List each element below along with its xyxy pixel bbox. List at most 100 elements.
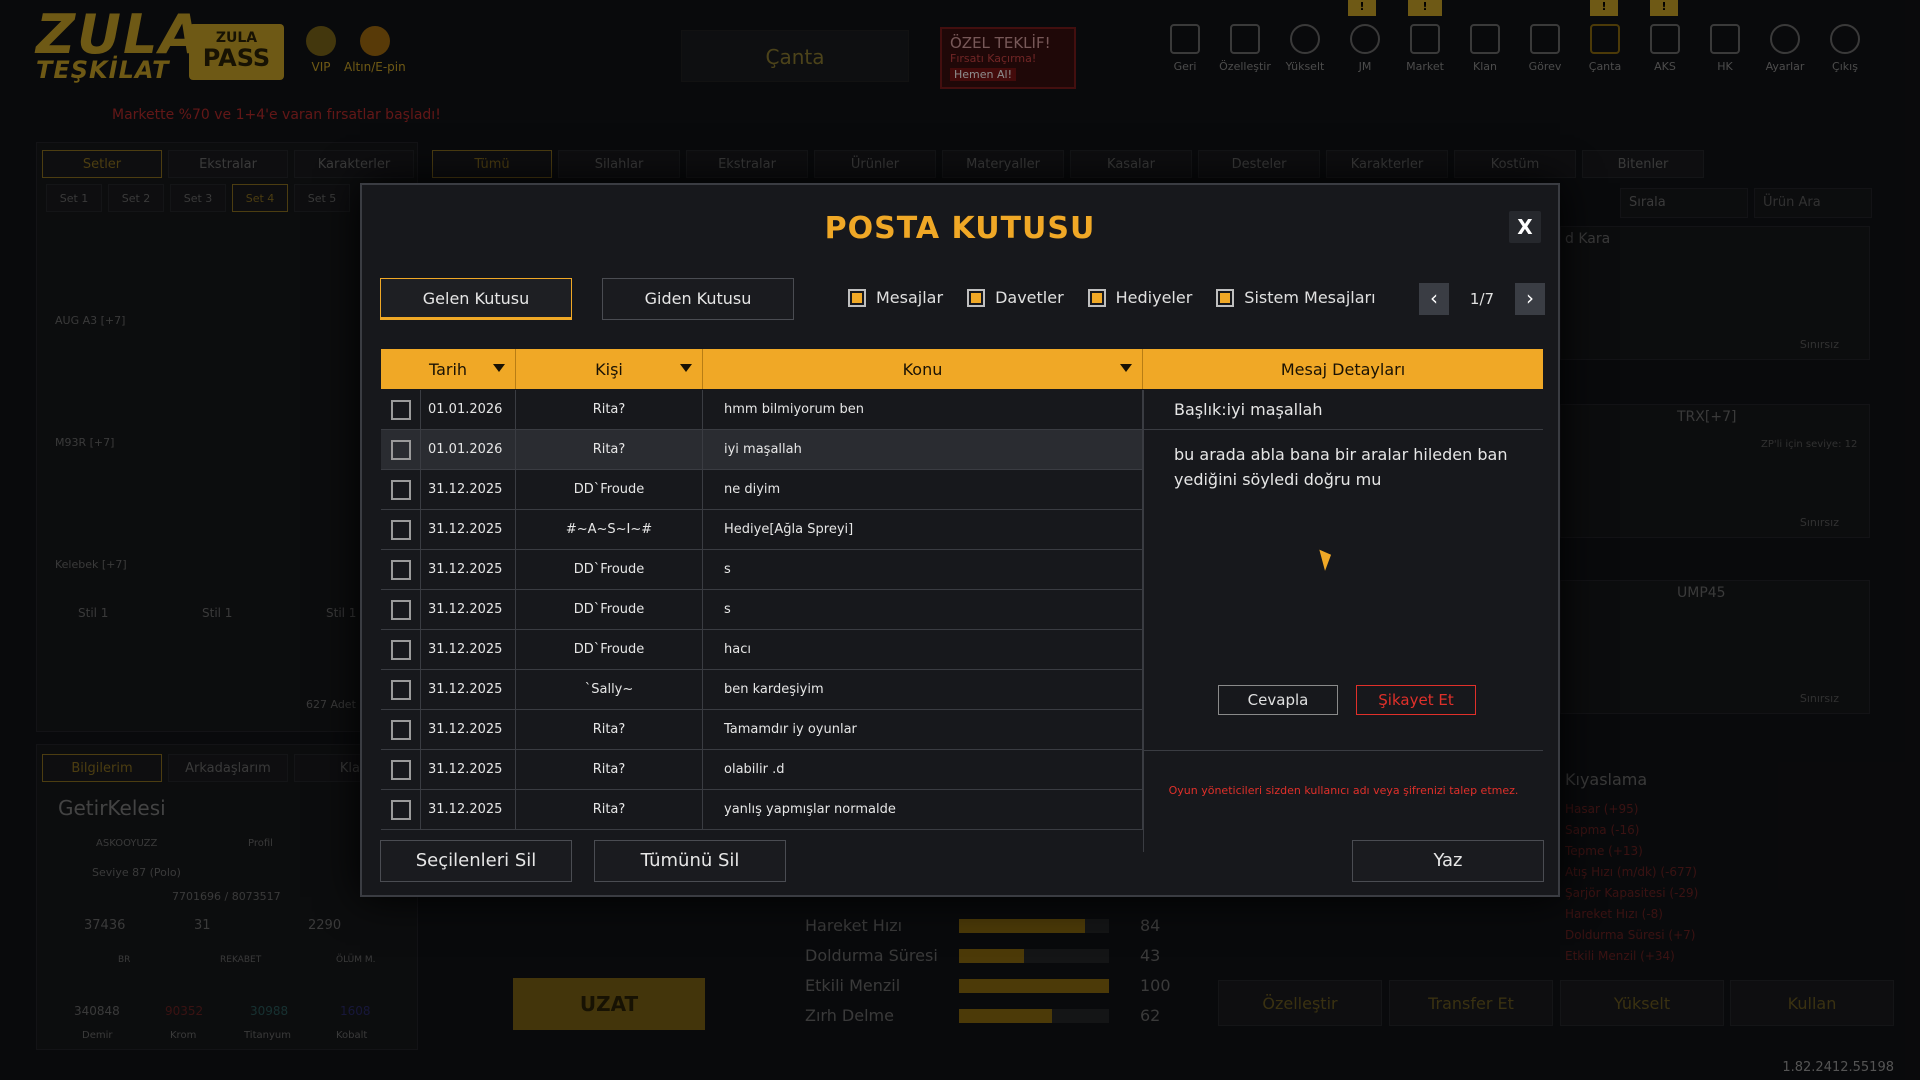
row-date: 01.01.2026 [421, 430, 516, 469]
write-button[interactable]: Yaz [1352, 840, 1544, 882]
row-checkbox-cell [381, 750, 421, 789]
column-person[interactable]: Kişi [516, 349, 703, 389]
tab-inbox[interactable]: Gelen Kutusu [380, 278, 572, 320]
checkbox-checked[interactable] [1216, 288, 1235, 307]
table-row[interactable]: 01.01.2026 Rita? iyi maşallah [381, 430, 1143, 470]
message-detail: Başlık:iyi maşallah bu arada abla bana b… [1143, 390, 1543, 852]
row-date: 01.01.2026 [421, 390, 516, 429]
dialog-title: POSTA KUTUSU [824, 211, 1096, 246]
row-person: `Sally~ [516, 670, 703, 709]
reply-button[interactable]: Cevapla [1218, 685, 1338, 715]
table-header: Tarih Kişi Konu Mesaj Detayları [381, 349, 1543, 389]
row-checkbox[interactable] [390, 479, 411, 500]
filter-system[interactable]: Sistem Mesajları [1216, 288, 1376, 307]
row-date: 31.12.2025 [421, 470, 516, 509]
report-button[interactable]: Şikayet Et [1356, 685, 1476, 715]
checkbox-checked[interactable] [848, 288, 866, 307]
message-list: 01.01.2026 Rita? hmm bilmiyorum ben 01.01.2… [381, 390, 1143, 830]
row-checkbox[interactable] [390, 559, 411, 580]
table-row[interactable]: 31.12.2025 DD`Froude ne diyim [381, 470, 1143, 510]
row-date: 31.12.2025 [421, 710, 516, 749]
table-row[interactable]: 01.01.2026 Rita? hmm bilmiyorum ben [381, 390, 1143, 430]
row-checkbox-cell [381, 790, 421, 829]
sort-arrow-icon [493, 364, 505, 372]
row-subject: hacı [703, 630, 1143, 669]
row-date: 31.12.2025 [421, 590, 516, 629]
next-page-icon[interactable]: › [1515, 283, 1545, 315]
table-row[interactable]: 31.12.2025 #~A~S~I~# Hediye[Ağla Spreyi] [381, 510, 1143, 550]
detail-divider [1144, 750, 1543, 751]
row-subject: olabilir .d [703, 750, 1143, 789]
table-row[interactable]: 31.12.2025 DD`Froude hacı [381, 630, 1143, 670]
column-details-label: Mesaj Detayları [1280, 359, 1406, 379]
row-subject: Hediye[Ağla Spreyi] [703, 510, 1143, 549]
page-indicator: 1/7 [1469, 290, 1495, 308]
filter-gifts[interactable]: Hediyeler [1087, 288, 1193, 307]
row-checkbox-cell [381, 430, 421, 469]
row-date: 31.12.2025 [421, 550, 516, 589]
security-warning: Oyun yöneticileri sizden kullanıcı adı v… [1168, 784, 1519, 797]
row-checkbox-cell [381, 710, 421, 749]
checkbox-checked[interactable] [1087, 288, 1106, 307]
row-date: 31.12.2025 [421, 510, 516, 549]
row-checkbox-cell [381, 590, 421, 629]
column-subject-label: Konu [902, 359, 943, 379]
row-date: 31.12.2025 [421, 790, 516, 829]
row-checkbox-cell [381, 390, 421, 429]
mailbox-dialog: POSTA KUTUSU X Gelen Kutusu Giden Kutusu… [360, 183, 1560, 897]
row-checkbox[interactable] [390, 519, 411, 540]
table-row[interactable]: 31.12.2025 DD`Froude s [381, 550, 1143, 590]
pagination: ‹ 1/7 › [1419, 283, 1545, 315]
table-row[interactable]: 31.12.2025 Rita? olabilir .d [381, 750, 1143, 790]
row-checkbox[interactable] [390, 719, 411, 740]
row-date: 31.12.2025 [421, 670, 516, 709]
row-person: DD`Froude [516, 590, 703, 629]
column-date[interactable]: Tarih [381, 349, 516, 389]
delete-selected-button[interactable]: Seçilenleri Sil [380, 840, 572, 882]
row-checkbox[interactable] [390, 799, 411, 820]
row-person: DD`Froude [516, 630, 703, 669]
row-person: Rita? [516, 390, 703, 429]
row-person: Rita? [516, 750, 703, 789]
filter-invites[interactable]: Davetler [967, 288, 1064, 307]
row-checkbox-cell [381, 630, 421, 669]
column-subject[interactable]: Konu [703, 349, 1143, 389]
row-checkbox[interactable] [390, 759, 411, 780]
row-checkbox-cell [381, 670, 421, 709]
table-row[interactable]: 31.12.2025 `Sally~ ben kardeşiyim [381, 670, 1143, 710]
row-checkbox[interactable] [390, 679, 411, 700]
row-date: 31.12.2025 [421, 630, 516, 669]
row-person: #~A~S~I~# [516, 510, 703, 549]
row-checkbox[interactable] [390, 439, 411, 460]
row-checkbox[interactable] [390, 599, 411, 620]
row-subject: ben kardeşiyim [703, 670, 1143, 709]
checkbox-checked[interactable] [967, 288, 986, 307]
close-button[interactable]: X [1509, 211, 1541, 243]
row-subject: iyi maşallah [703, 430, 1143, 469]
column-person-label: Kişi [595, 359, 623, 379]
row-checkbox-cell [381, 550, 421, 589]
prev-page-icon[interactable]: ‹ [1419, 283, 1449, 315]
filter-label: Hediyeler [1115, 288, 1193, 307]
row-checkbox-cell [381, 510, 421, 549]
delete-all-button[interactable]: Tümünü Sil [594, 840, 786, 882]
tab-sent[interactable]: Giden Kutusu [602, 278, 794, 320]
row-subject: hmm bilmiyorum ben [703, 390, 1143, 429]
column-details: Mesaj Detayları [1143, 349, 1543, 389]
row-person: DD`Froude [516, 470, 703, 509]
row-person: Rita? [516, 710, 703, 749]
filter-messages[interactable]: Mesajlar [848, 288, 943, 307]
row-checkbox[interactable] [390, 399, 411, 420]
filter-label: Sistem Mesajları [1244, 288, 1376, 307]
row-subject: ne diyim [703, 470, 1143, 509]
row-date: 31.12.2025 [421, 750, 516, 789]
sort-arrow-icon [1120, 364, 1132, 372]
message-filters: Mesajlar Davetler Hediyeler Sistem Mesaj… [848, 288, 1376, 307]
row-person: Rita? [516, 790, 703, 829]
message-body: bu arada abla bana bir aralar hileden ba… [1174, 445, 1508, 489]
table-row[interactable]: 31.12.2025 Rita? yanlış yapmışlar normalde [381, 790, 1143, 830]
sort-arrow-icon [680, 364, 692, 372]
row-checkbox[interactable] [390, 639, 411, 660]
table-row[interactable]: 31.12.2025 DD`Froude s [381, 590, 1143, 630]
table-row[interactable]: 31.12.2025 Rita? Tamamdır iy oyunlar [381, 710, 1143, 750]
